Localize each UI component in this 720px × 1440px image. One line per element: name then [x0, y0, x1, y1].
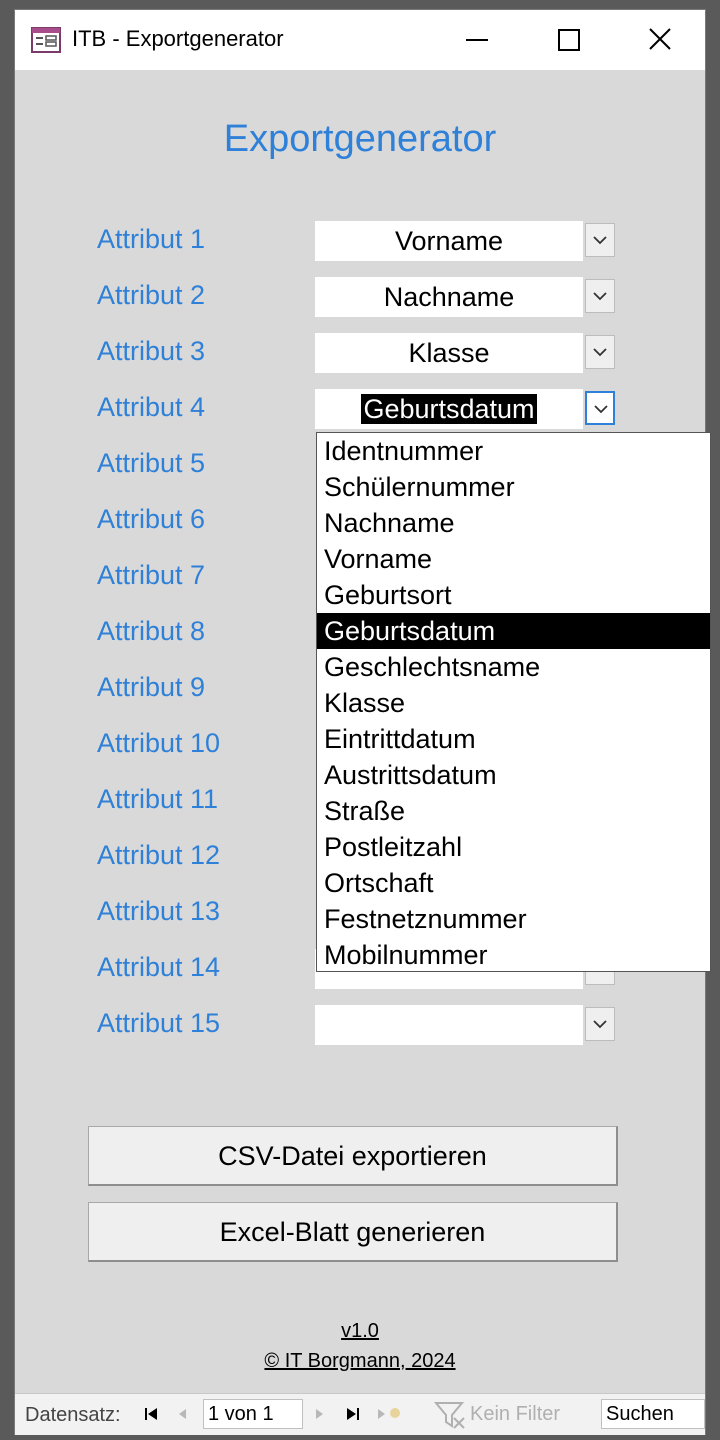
attribute-label: Attribut 11 [97, 784, 219, 814]
attribute-label: Attribut 9 [97, 672, 206, 702]
attribute-label: Attribut 3 [97, 336, 206, 366]
chevron-down-icon[interactable] [585, 1007, 615, 1041]
copyright-link[interactable]: © IT Borgmann, 2024 [15, 1350, 705, 1373]
attribute-label: Attribut 1 [97, 224, 206, 254]
chevron-down-icon[interactable] [585, 279, 615, 313]
dropdown-option[interactable]: Nachname [317, 505, 710, 541]
combo-value[interactable]: Geburtsdatum [315, 389, 583, 429]
dropdown-option-selected[interactable]: Geburtsdatum [317, 613, 710, 649]
attribute-label: Attribut 4 [97, 392, 206, 422]
attribute-combo[interactable]: Klasse [315, 333, 617, 373]
dropdown-option[interactable]: Straße [317, 793, 710, 829]
attribute-label: Attribut 5 [97, 448, 206, 478]
record-navigation-bar: Datensatz: 1 von 1 Kein Filter Suchen [15, 1393, 705, 1435]
filter-toggle[interactable]: Kein Filter [430, 1400, 600, 1430]
combo-selected-text[interactable]: Geburtsdatum [361, 394, 537, 424]
attribute-combo-active[interactable]: Geburtsdatum [315, 389, 617, 429]
dropdown-option[interactable]: Ortschaft [317, 865, 710, 901]
app-window: ITB - Exportgenerator Exportgenerator At… [14, 9, 711, 1435]
attribute-label: Attribut 13 [97, 896, 221, 926]
combo-value[interactable]: Nachname [315, 277, 583, 317]
filter-icon [434, 1402, 465, 1429]
attribute-dropdown-list[interactable]: Identnummer Schülernummer Nachname Vorna… [316, 432, 711, 972]
chevron-down-icon[interactable] [585, 335, 615, 369]
generate-excel-button[interactable]: Excel-Blatt generieren [88, 1202, 618, 1262]
dropdown-option[interactable]: Klasse [317, 685, 710, 721]
first-record-icon[interactable] [143, 1404, 159, 1430]
attribute-label: Attribut 10 [97, 728, 221, 758]
attribute-label: Attribut 8 [97, 616, 206, 646]
attribute-label: Attribut 15 [97, 1008, 221, 1038]
next-record-icon[interactable] [313, 1404, 327, 1430]
previous-record-icon[interactable] [175, 1404, 189, 1430]
minimize-icon[interactable] [456, 20, 498, 60]
search-input[interactable]: Suchen [601, 1399, 705, 1429]
window-title: ITB - Exportgenerator [72, 26, 284, 51]
attribute-label: Attribut 12 [97, 840, 221, 870]
attribute-label: Attribut 14 [97, 952, 221, 982]
attribute-label: Attribut 2 [97, 280, 206, 310]
last-record-icon[interactable] [345, 1404, 361, 1430]
chevron-down-icon[interactable] [585, 391, 615, 425]
dropdown-option[interactable]: Geburtsort [317, 577, 710, 613]
attribute-label: Attribut 6 [97, 504, 206, 534]
dropdown-option[interactable]: Austrittsdatum [317, 757, 710, 793]
dropdown-option[interactable]: Mobilnummer [317, 937, 710, 973]
dropdown-option[interactable]: Festnetznummer [317, 901, 710, 937]
form-icon [31, 27, 61, 53]
version-link[interactable]: v1.0 [15, 1320, 705, 1343]
chevron-down-icon[interactable] [585, 223, 615, 257]
dropdown-option[interactable]: Geschlechtsname [317, 649, 710, 685]
record-position-input[interactable]: 1 von 1 [203, 1399, 303, 1429]
attribute-combo[interactable]: Nachname [315, 277, 617, 317]
dropdown-option[interactable]: Postleitzahl [317, 829, 710, 865]
record-label: Datensatz: [25, 1404, 121, 1426]
attribute-combo[interactable] [315, 1005, 617, 1045]
combo-value[interactable] [315, 1005, 583, 1045]
filter-label: Kein Filter [470, 1403, 561, 1425]
title-bar: ITB - Exportgenerator [15, 10, 705, 70]
combo-value[interactable]: Vorname [315, 221, 583, 261]
dropdown-option[interactable]: Eintrittdatum [317, 721, 710, 757]
combo-value[interactable]: Klasse [315, 333, 583, 373]
dropdown-option[interactable]: Identnummer [317, 433, 710, 469]
dropdown-option[interactable]: Vorname [317, 541, 710, 577]
close-icon[interactable] [639, 20, 681, 60]
form-heading: Exportgenerator [223, 118, 497, 160]
export-csv-button[interactable]: CSV-Datei exportieren [88, 1126, 618, 1186]
dropdown-option[interactable]: Schülernummer [317, 469, 710, 505]
attribute-label: Attribut 7 [97, 560, 206, 590]
attribute-combo[interactable]: Vorname [315, 221, 617, 261]
new-record-icon[interactable] [375, 1404, 405, 1430]
maximize-icon[interactable] [548, 20, 590, 60]
